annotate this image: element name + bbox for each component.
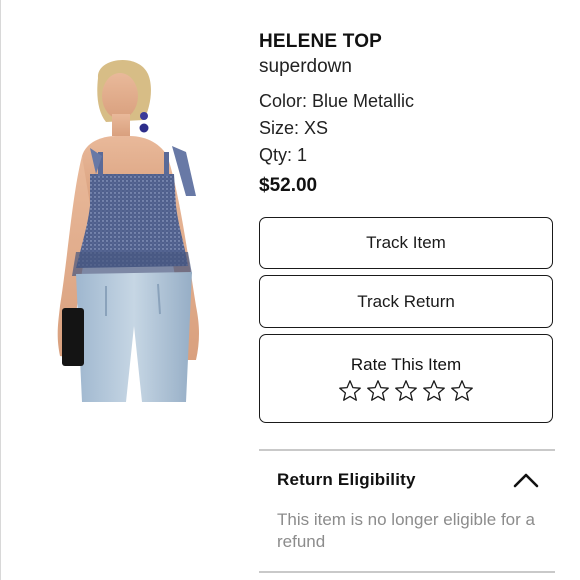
product-brand[interactable]: superdown (259, 54, 555, 80)
product-image[interactable] (46, 56, 218, 402)
track-item-button[interactable]: Track Item (259, 217, 553, 269)
product-qty: Qty: 1 (259, 145, 308, 165)
chevron-up-icon[interactable] (513, 472, 539, 488)
product-price: $52.00 (259, 175, 318, 196)
star-icon[interactable] (338, 379, 362, 403)
return-eligibility-toggle[interactable]: Return Eligibility (277, 466, 539, 494)
rate-item-box: Rate This Item (259, 334, 553, 423)
star-icon[interactable] (450, 379, 474, 403)
return-eligibility-title: Return Eligibility (277, 470, 416, 489)
product-size: Size: XS (259, 118, 329, 138)
product-photo-icon (57, 60, 199, 402)
product-name: HELENE TOP (259, 31, 383, 52)
left-border (0, 0, 1, 580)
section-divider (259, 571, 555, 573)
product-color: Color: Blue Metallic (259, 91, 415, 111)
rate-item-label: Rate This Item (350, 355, 462, 374)
star-icon[interactable] (366, 379, 390, 403)
star-rating[interactable] (260, 379, 552, 403)
star-icon[interactable] (394, 379, 418, 403)
return-eligibility-message: This item is no longer eligible for a re… (277, 510, 535, 551)
product-details: HELENE TOP superdown Color: Blue Metalli… (259, 30, 555, 201)
star-icon[interactable] (422, 379, 446, 403)
section-divider (259, 449, 555, 451)
track-return-button[interactable]: Track Return (259, 275, 553, 328)
